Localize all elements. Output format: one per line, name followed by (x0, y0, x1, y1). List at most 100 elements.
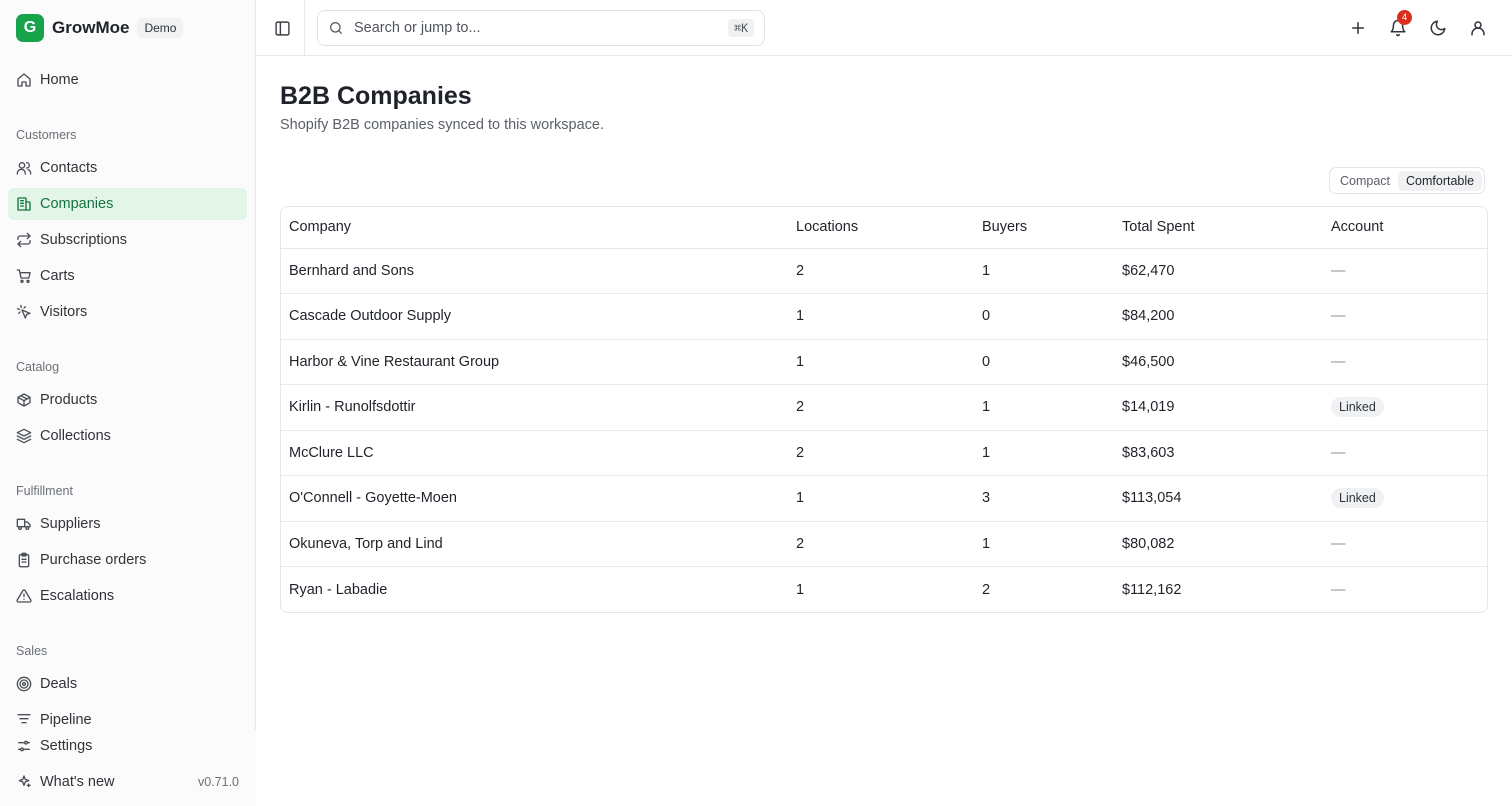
sidebar-item-purchase-orders[interactable]: Purchase orders (8, 544, 247, 576)
search-icon (328, 20, 344, 36)
clipboard-icon (16, 552, 32, 568)
cell-total-spent: $80,082 (1114, 521, 1323, 567)
empty-value: — (1331, 262, 1346, 279)
sidebar-item-home[interactable]: Home (8, 64, 247, 96)
cell-buyers: 1 (974, 248, 1114, 294)
topbar: ⌘K 4 (256, 0, 1512, 56)
table-row[interactable]: Bernhard and Sons 2 1 $62,470 — (281, 248, 1487, 294)
sidebar-item-escalations[interactable]: Escalations (8, 580, 247, 612)
sidebar-item-label: Purchase orders (40, 552, 147, 568)
table-body: Bernhard and Sons 2 1 $62,470— Cascade Outdo… (281, 248, 1487, 612)
sidebar-item-label: Carts (40, 268, 75, 284)
cell-locations: 1 (788, 475, 974, 522)
cell-buyers: 1 (974, 384, 1114, 431)
cell-company: Kirlin - Runolfsdottir (281, 384, 788, 431)
section-label-fulfillment: Fulfillment (16, 484, 73, 498)
section-label-sales: Sales (16, 644, 48, 658)
empty-value: — (1331, 444, 1346, 461)
create-button[interactable] (1346, 16, 1370, 40)
empty-value: — (1331, 535, 1346, 552)
cell-account: — (1323, 248, 1487, 294)
cell-locations: 1 (788, 293, 974, 340)
table-row[interactable]: Ryan - Labadie 1 2 $112,162 — (281, 567, 1487, 613)
empty-value: — (1331, 581, 1346, 598)
sidebar-item-whats-new[interactable]: What's new v0.71.0 (8, 766, 247, 798)
brand-logo: G (16, 14, 44, 42)
table-row[interactable]: Kirlin - Runolfsdottir 2 1 $14,019 Linked (281, 384, 1487, 431)
cell-buyers: 3 (974, 475, 1114, 522)
cell-company: Harbor & Vine Restaurant Group (281, 339, 788, 385)
cell-account: — (1323, 521, 1487, 567)
table-row[interactable]: Harbor & Vine Restaurant Group 1 0 $46,500 — (281, 339, 1487, 385)
truck-icon (16, 516, 32, 532)
table-row[interactable]: McClure LLC 2 1 $83,603 — (281, 430, 1487, 476)
cell-account: — (1323, 293, 1487, 340)
sidebar-item-collections[interactable]: Collections (8, 420, 247, 452)
theme-toggle-button[interactable] (1426, 16, 1450, 40)
empty-value: — (1331, 308, 1346, 325)
user-menu-button[interactable] (1466, 16, 1490, 40)
table-row[interactable]: Cascade Outdoor Supply 1 0 $84,200 — (281, 293, 1487, 340)
version-label: v0.71.0 (197, 775, 239, 789)
column-header-buyers[interactable]: Buyers (974, 207, 1114, 249)
search-input[interactable] (354, 20, 729, 36)
cell-account: Linked (1323, 384, 1487, 431)
sidebar-item-label: Escalations (40, 588, 115, 604)
table-row[interactable]: Okuneva, Torp and Lind 2 1 $80,082 — (281, 521, 1487, 567)
repeat-icon (16, 232, 32, 248)
cell-company: O'Connell - Goyette-Moen (281, 475, 788, 522)
building-icon (16, 196, 32, 212)
cursor-click-icon (16, 304, 32, 320)
column-header-locations[interactable]: Locations (788, 207, 974, 249)
sidebar-item-products[interactable]: Products (8, 384, 247, 416)
sidebar-item-companies[interactable]: Companies (8, 188, 247, 220)
column-header-account[interactable]: Account (1323, 207, 1487, 249)
sidebar-item-settings[interactable]: Settings (8, 730, 247, 762)
sidebar-item-suppliers[interactable]: Suppliers (8, 508, 247, 540)
sidebar: G GrowMoe Demo Home Customers Contacts C… (0, 0, 256, 806)
sliders-icon (16, 738, 32, 754)
sidebar-item-contacts[interactable]: Contacts (8, 152, 247, 184)
sidebar-item-label: Companies (40, 196, 114, 212)
notification-count-badge: 4 (1397, 10, 1412, 25)
sidebar-item-label: Contacts (40, 160, 98, 176)
cell-account: — (1323, 567, 1487, 613)
cell-total-spent: $14,019 (1114, 384, 1323, 431)
empty-value: — (1331, 353, 1346, 370)
brand-name: GrowMoe (52, 18, 130, 37)
cell-total-spent: $46,500 (1114, 339, 1323, 385)
cell-company: McClure LLC (281, 430, 788, 476)
table-row[interactable]: O'Connell - Goyette-Moen 1 3 $113,054 Linked (281, 475, 1487, 522)
cell-account: Linked (1323, 475, 1487, 522)
moon-icon (1429, 19, 1447, 37)
column-header-total-spent[interactable]: Total Spent (1114, 207, 1323, 249)
column-header-company[interactable]: Company (281, 207, 788, 249)
brand[interactable]: G GrowMoe Demo (16, 14, 184, 42)
density-comfortable-option[interactable]: Comfortable (1398, 170, 1483, 191)
density-toggle: Compact Comfortable (1329, 167, 1486, 194)
sidebar-item-label: Products (40, 392, 98, 408)
home-icon (16, 72, 32, 88)
cell-company: Cascade Outdoor Supply (281, 293, 788, 340)
section-label-catalog: Catalog (16, 360, 60, 374)
user-icon (1469, 19, 1487, 37)
sidebar-item-subscriptions[interactable]: Subscriptions (8, 224, 247, 256)
sidebar-footer: Settings What's new v0.71.0 (0, 730, 256, 806)
cell-buyers: 0 (974, 339, 1114, 385)
density-compact-option[interactable]: Compact (1332, 171, 1398, 191)
notifications-button[interactable]: 4 (1386, 10, 1412, 40)
sidebar-item-carts[interactable]: Carts (8, 260, 247, 292)
sidebar-item-visitors[interactable]: Visitors (8, 296, 247, 328)
sidebar-item-pipeline[interactable]: Pipeline (8, 704, 247, 730)
alert-triangle-icon (16, 588, 32, 604)
cell-locations: 2 (788, 430, 974, 476)
search-box[interactable]: ⌘K (317, 10, 765, 46)
sidebar-toggle-button[interactable] (270, 16, 294, 40)
cell-total-spent: $113,054 (1114, 475, 1323, 522)
layers-icon (16, 428, 32, 444)
pipeline-icon (16, 712, 32, 728)
plus-icon (1349, 19, 1367, 37)
sidebar-item-deals[interactable]: Deals (8, 668, 247, 700)
sparkles-icon (16, 774, 32, 790)
cell-account: — (1323, 430, 1487, 476)
